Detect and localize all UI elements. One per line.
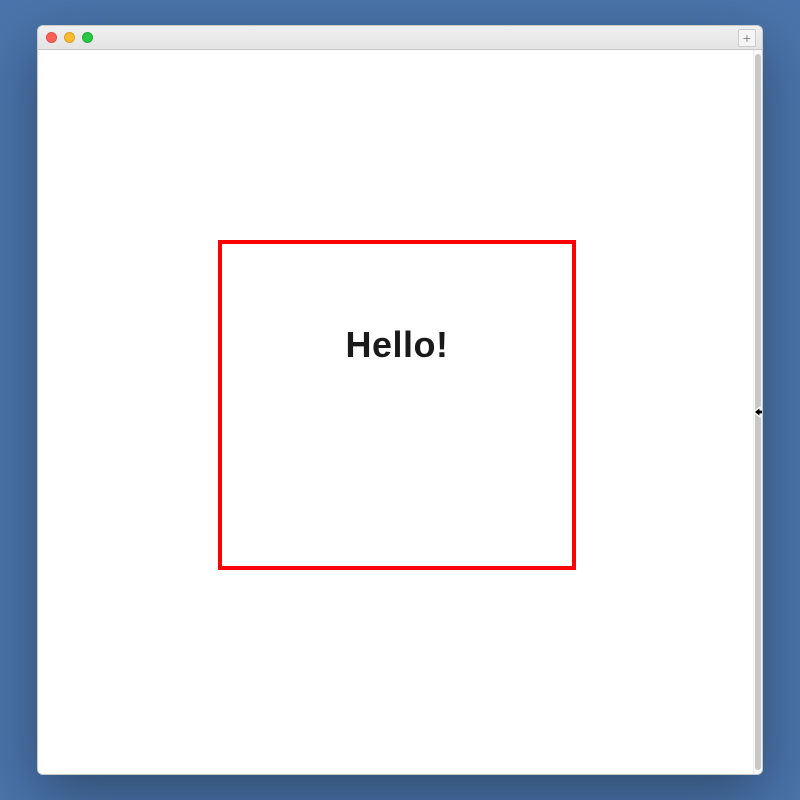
outlined-box: Hello! [218, 240, 576, 570]
close-window-button[interactable] [46, 32, 57, 43]
plus-icon: + [743, 30, 751, 46]
greeting-text: Hello! [222, 324, 572, 366]
traffic-lights [46, 32, 93, 43]
content-area: Hello! [38, 50, 753, 774]
application-window: + Hello! [37, 25, 763, 775]
vertical-scrollbar[interactable] [753, 50, 762, 774]
maximize-window-button[interactable] [82, 32, 93, 43]
window-body: Hello! [38, 50, 762, 774]
minimize-window-button[interactable] [64, 32, 75, 43]
new-tab-button[interactable]: + [738, 29, 756, 47]
window-titlebar[interactable]: + [38, 26, 762, 50]
scrollbar-thumb[interactable] [755, 54, 761, 770]
